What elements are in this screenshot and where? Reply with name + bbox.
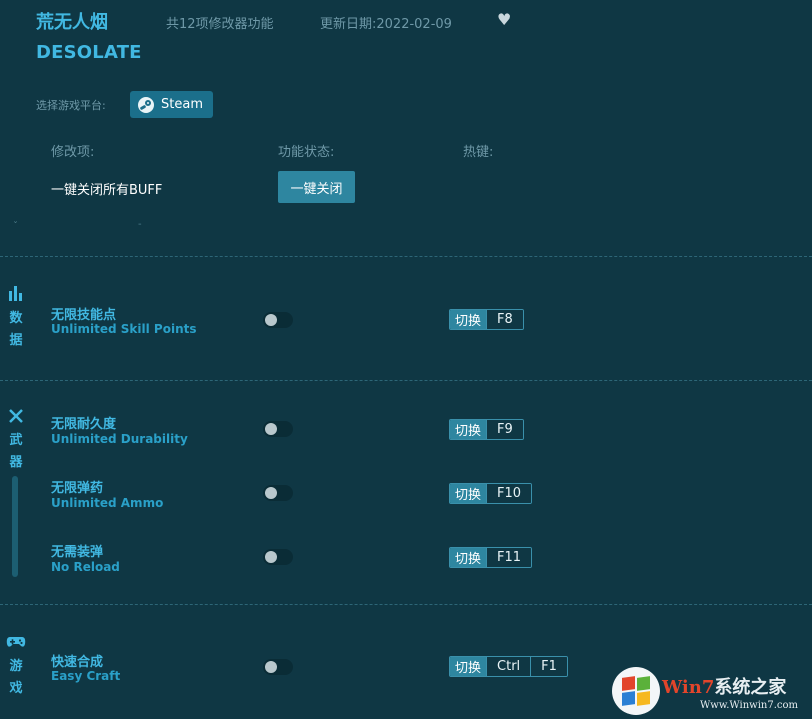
- item-name-cn: 无限耐久度: [51, 417, 117, 432]
- hotkey-key: F11: [486, 548, 532, 567]
- toggle-knob: [265, 551, 277, 563]
- toggle-knob: [265, 661, 277, 673]
- toggle-switch[interactable]: [263, 659, 293, 675]
- hotkey-key: F8: [486, 310, 523, 329]
- steam-label: Steam: [161, 97, 203, 112]
- hotkey-key: Ctrl: [486, 657, 531, 676]
- section-divider: [0, 380, 812, 381]
- category-data: 数 据: [9, 311, 23, 348]
- hotkey-group[interactable]: 切换 F9: [449, 419, 524, 440]
- hotkey-switch-label: 切换: [450, 657, 487, 676]
- steam-platform-button[interactable]: Steam: [130, 91, 213, 118]
- platform-label: 选择游戏平台:: [36, 99, 106, 112]
- game-title-en: DESOLATE: [36, 42, 142, 63]
- hotkey-group[interactable]: 切换 Ctrl F1: [449, 656, 568, 677]
- item-name-cn: 无限技能点: [51, 308, 117, 323]
- fade-mark: -: [138, 219, 142, 230]
- windows-logo-icon: [612, 667, 660, 715]
- item-name-en: Easy Craft: [51, 669, 121, 683]
- hotkey-group[interactable]: 切换 F11: [449, 547, 533, 568]
- fade-mark: ˇ: [13, 221, 18, 232]
- category-scrollbar[interactable]: [12, 476, 18, 577]
- toggle-knob: [265, 423, 277, 435]
- update-date: 更新日期:2022-02-09: [320, 17, 452, 32]
- feature-count: 共12项修改器功能: [166, 17, 274, 32]
- hotkey-switch-label: 切换: [450, 420, 487, 439]
- item-name-cn: 无需装弹: [51, 545, 104, 560]
- watermark-brand: Win7系统之家: [662, 673, 786, 699]
- heart-icon[interactable]: ♥: [497, 10, 511, 29]
- toggle-knob: [265, 487, 277, 499]
- watermark-brand-b: 系统之家: [714, 677, 787, 698]
- hotkey-group[interactable]: 切换 F8: [449, 309, 524, 330]
- column-hotkey: 热键:: [463, 145, 494, 160]
- item-name-en: Unlimited Durability: [51, 432, 188, 446]
- watermark-url: Www.Winwin7.com: [700, 700, 798, 711]
- column-status: 功能状态:: [278, 145, 335, 160]
- game-title-cn: 荒无人烟: [36, 12, 108, 33]
- gamepad-icon: [6, 637, 26, 647]
- site-watermark: Win7系统之家 Www.Winwin7.com: [612, 663, 812, 719]
- item-name-en: Unlimited Ammo: [51, 496, 164, 510]
- item-name-cn: 无限弹药: [51, 481, 104, 496]
- hotkey-switch-label: 切换: [450, 548, 487, 567]
- toggle-knob: [265, 314, 277, 326]
- toggle-switch[interactable]: [263, 421, 293, 437]
- hotkey-switch-label: 切换: [450, 310, 487, 329]
- toggle-switch[interactable]: [263, 312, 293, 328]
- toggle-switch[interactable]: [263, 485, 293, 501]
- close-all-button[interactable]: 一键关闭: [278, 171, 355, 203]
- bar-chart-icon: [9, 286, 22, 301]
- column-item: 修改项:: [51, 145, 95, 160]
- item-name-en: Unlimited Skill Points: [51, 322, 197, 336]
- crossed-swords-icon: [9, 409, 23, 423]
- section-divider: [0, 604, 812, 605]
- hotkey-key: F9: [486, 420, 523, 439]
- item-name-en: No Reload: [51, 560, 120, 574]
- category-weapon: 武 器: [9, 433, 23, 470]
- hotkey-switch-label: 切换: [450, 484, 487, 503]
- close-all-buff-label: 一键关闭所有BUFF: [51, 183, 163, 198]
- watermark-brand-a: Win7: [662, 677, 715, 698]
- hotkey-key: F1: [530, 657, 567, 676]
- hotkey-key: F10: [486, 484, 532, 503]
- category-game: 游 戏: [9, 659, 23, 696]
- item-name-cn: 快速合成: [51, 655, 104, 670]
- toggle-switch[interactable]: [263, 549, 293, 565]
- section-divider: [0, 256, 812, 257]
- steam-icon: [138, 96, 154, 113]
- hotkey-group[interactable]: 切换 F10: [449, 483, 533, 504]
